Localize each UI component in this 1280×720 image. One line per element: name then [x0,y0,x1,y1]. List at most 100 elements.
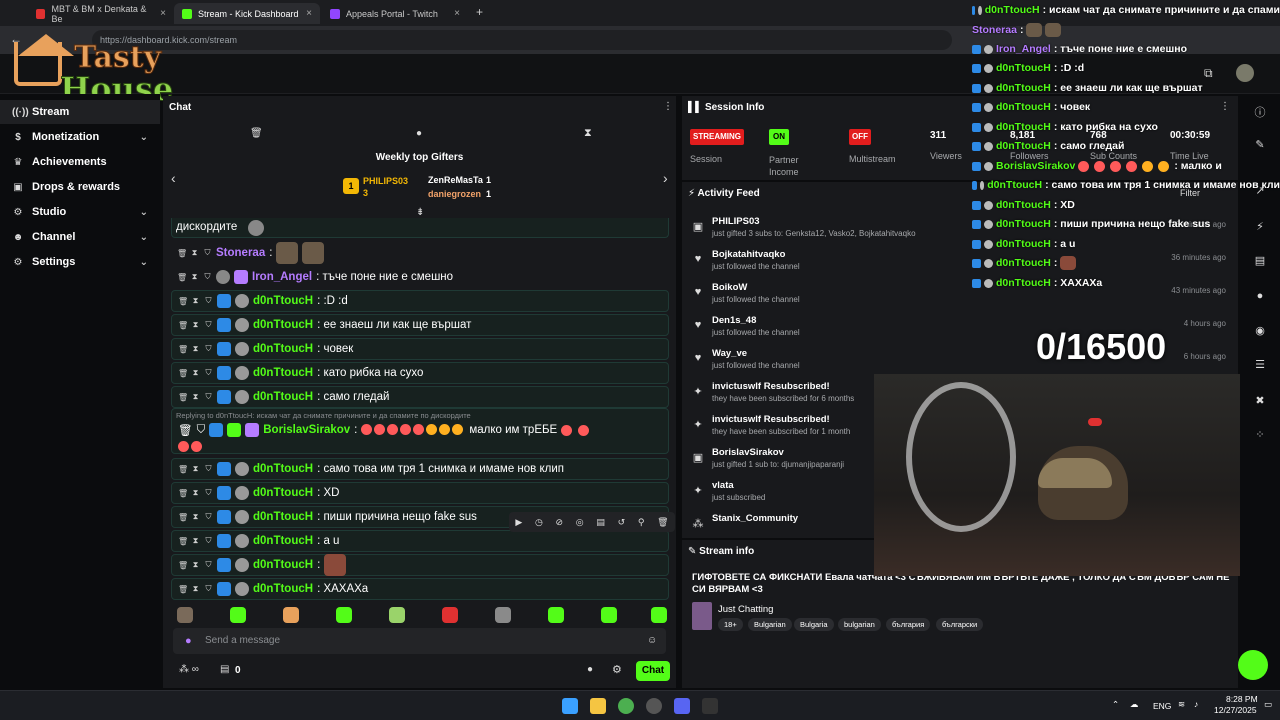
chat-username[interactable]: d0nTtoucH [253,343,313,355]
stream-tag[interactable]: Bulgaria [794,618,834,631]
sidebar-item-drops[interactable]: ▣ Drops & rewards [0,175,160,199]
trash-icon[interactable]: 🗑 [178,393,188,402]
activity-username[interactable]: invictuswlf Resubscribed! [712,381,830,392]
activity-username[interactable]: BoikoW [712,282,747,293]
trash-icon[interactable]: 🗑 [657,517,668,528]
gear-icon[interactable]: ⚙ [612,663,622,676]
trash-icon[interactable]: 🗑 [178,321,188,330]
emote-image[interactable] [336,607,352,623]
windows-start-icon[interactable] [562,698,578,714]
emoji-icon[interactable]: ☺ [647,635,657,646]
chat-username[interactable]: d0nTtoucH [253,319,313,331]
trash-icon[interactable]: 🗑 [178,585,188,594]
cloud-icon[interactable]: ☁ [1130,699,1139,710]
microphone-icon[interactable]: ● [185,635,192,647]
hourglass-icon[interactable]: ⧗ [191,344,200,354]
hourglass-icon[interactable]: ⧗ [191,464,200,474]
file-explorer-icon[interactable] [590,698,606,714]
wifi-icon[interactable]: ≋ [1178,699,1185,710]
activity-username[interactable]: Bojkatahitvaqko [712,249,785,260]
ban-icon[interactable]: ⊘ [556,517,564,528]
undo-icon[interactable]: ↺ [618,517,626,528]
volume-icon[interactable]: ♪ [1194,699,1198,709]
chat-message-input[interactable]: Send a message [173,628,666,654]
emote-image[interactable] [389,607,405,623]
activity-username[interactable]: Way_ve [712,348,747,359]
sidebar-item-stream[interactable]: ((·)) Stream [0,100,160,124]
stream-tag[interactable]: bulgarian [838,618,881,631]
clock-date[interactable]: 12/27/2025 [1214,705,1257,715]
emote-image[interactable] [177,607,193,623]
chat-username[interactable]: d0nTtoucH [253,391,313,403]
copy-icon[interactable]: ▤ [596,517,605,528]
shield-icon[interactable]: ⛉ [204,536,213,546]
stream-tag[interactable]: български [936,618,984,631]
trash-icon[interactable]: 🗑 [178,465,188,474]
activity-username[interactable]: PHILIPS03 [712,216,760,227]
trash-icon[interactable]: 🗑 [178,513,188,522]
sidebar-item-achievements[interactable]: ♛ Achievements [0,150,160,174]
emote-image[interactable] [601,607,617,623]
chat-bubble-icon[interactable]: ● [1252,290,1268,306]
trash-icon[interactable]: 🗑 [178,561,188,570]
scroll-down-icon[interactable]: ⇟ [416,207,424,218]
trash-icon[interactable]: 🗑 [250,128,263,139]
sidebar-item-studio[interactable]: ⚙ Studio ⌄ [0,200,160,224]
store-icon[interactable]: ▤ [220,664,229,675]
hourglass-icon[interactable]: ⧗ [190,248,199,258]
hourglass-icon[interactable]: ⧗ [191,584,200,594]
emote-image[interactable] [548,607,564,623]
obs-icon[interactable] [646,698,662,714]
gifter-name[interactable]: ZenReMasTa [428,175,483,185]
category-name[interactable]: Just Chatting [718,604,773,615]
shield-icon[interactable]: ⛉ [204,512,213,522]
trash-icon[interactable]: 🗑 [178,297,188,306]
chat-username[interactable]: BorislavSirakov [263,424,350,436]
chat-username[interactable]: Stoneraa [216,247,265,259]
clock-time[interactable]: 8:28 PM [1226,694,1258,704]
shield-icon[interactable]: ⛉ [204,296,213,306]
chevron-right-icon[interactable]: › [663,170,668,186]
activity-username[interactable]: vlata [712,480,734,491]
sidebar-item-channel[interactable]: ☻ Channel ⌄ [0,225,160,249]
gifter-name[interactable]: PHILIPS03 [363,176,408,186]
shield-icon[interactable]: ⛉ [204,560,213,570]
chat-username[interactable]: d0nTtoucH [253,535,313,547]
shield-icon[interactable]: ⛉ [204,488,213,498]
chrome-icon[interactable] [618,698,634,714]
emote-image[interactable] [651,607,667,623]
chat-username[interactable]: d0nTtoucH [253,463,313,475]
hourglass-icon[interactable]: ⧗ [191,536,200,546]
shield-icon[interactable]: ⛉ [204,320,213,330]
emote-image[interactable] [230,607,246,623]
shield-icon[interactable]: ⛉ [203,248,212,258]
language-indicator[interactable]: ENG [1153,701,1171,711]
wrench-icon[interactable]: ✖ [1252,394,1268,410]
close-icon[interactable]: × [306,8,312,19]
emote-image[interactable] [283,607,299,623]
sidebar-item-monetization[interactable]: $ Monetization ⌄ [0,125,160,149]
stream-tag[interactable]: българия [886,618,931,631]
pin-icon[interactable]: ⚲ [638,517,645,528]
apps-icon[interactable]: ⁘ [1252,428,1268,444]
hourglass-icon[interactable]: ⧗ [191,392,200,402]
close-icon[interactable]: × [160,8,166,19]
chevron-left-icon[interactable]: ‹ [171,170,176,186]
sidebar-item-settings[interactable]: ⚙ Settings ⌄ [0,250,160,274]
activity-username[interactable]: BorislavSirakov [712,447,784,458]
emote-image[interactable] [495,607,511,623]
reply-icon[interactable]: ◎ [576,517,584,528]
clock-icon[interactable]: ◷ [535,517,543,528]
trash-icon[interactable]: 🗑 [178,537,188,546]
trash-icon[interactable]: 🗑 [178,489,188,498]
shield-icon[interactable]: ⛉ [203,272,212,282]
reply-context[interactable]: Replying to d0nTtoucH: искам чат да сним… [176,411,471,420]
browser-tab-3[interactable]: Appeals Portal - Twitch × [322,3,468,24]
trash-icon[interactable]: 🗑 [178,369,188,378]
shield-icon[interactable]: ⛉ [204,464,213,474]
hourglass-icon[interactable]: ⧗ [191,512,200,522]
stream-tag[interactable]: 18+ [718,618,743,631]
chat-username[interactable]: d0nTtoucH [253,367,313,379]
browser-tab-2[interactable]: Stream - Kick Dashboard × [174,3,320,24]
shield-icon[interactable]: ⛉ [204,344,213,354]
